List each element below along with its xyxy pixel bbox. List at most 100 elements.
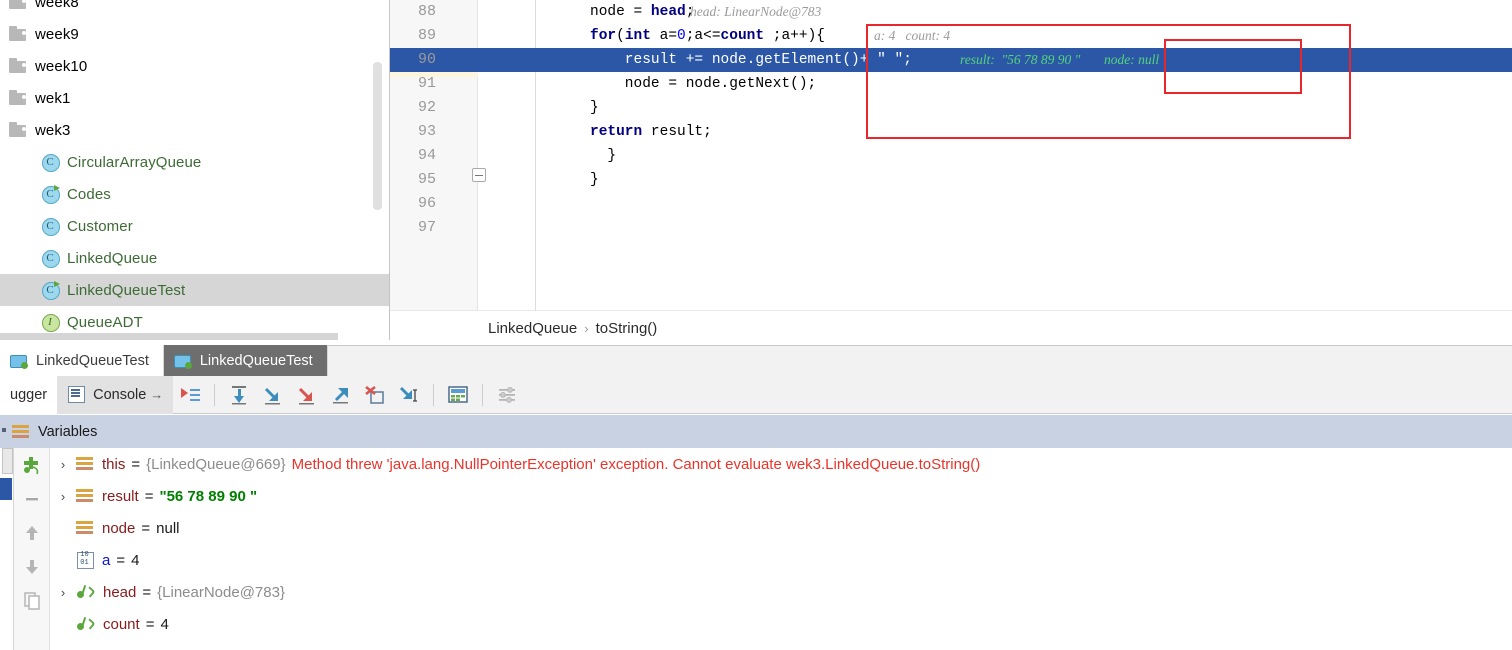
- variable-row[interactable]: ›1001a=4: [50, 544, 1512, 576]
- tree-item-week10[interactable]: week10: [0, 50, 390, 82]
- variable-name: a: [102, 551, 111, 569]
- breadcrumb-class[interactable]: LinkedQueue: [488, 320, 577, 337]
- code-line[interactable]: 93 return result;: [390, 120, 1512, 144]
- toolbar-separator: [433, 383, 435, 406]
- code-text[interactable]: return result;: [590, 120, 712, 144]
- code-text[interactable]: }: [590, 168, 599, 192]
- run-config-icon: [10, 353, 28, 369]
- code-line[interactable]: 89 for(int a=0;a<=count ;a++){a: 4 count:…: [390, 24, 1512, 48]
- code-text[interactable]: node = node.getNext();: [590, 72, 816, 96]
- debugger-toolbar[interactable]: ugger Console →: [0, 375, 1512, 414]
- watch-icon: [76, 584, 96, 600]
- variable-row[interactable]: › this = {LinkedQueue@669} Method threw 'jav…: [50, 448, 1512, 480]
- toolbar-separator: [214, 383, 216, 406]
- folder-icon: [8, 120, 28, 140]
- tree-item-label: wek1: [35, 89, 71, 107]
- tree-item-week8[interactable]: week8: [0, 0, 390, 18]
- project-tree-scrollbar[interactable]: [373, 62, 382, 210]
- project-tree-panel[interactable]: week8 week9 week10 wek1 wek3 C CircularArrayQu…: [0, 0, 390, 340]
- code-line-executing[interactable]: 90 result += node.getElement()+ " "; resu…: [390, 48, 1512, 72]
- variable-name: this: [102, 455, 126, 473]
- step-into-button[interactable]: [256, 378, 290, 412]
- tree-item-label: week10: [35, 57, 88, 75]
- expand-arrow-icon[interactable]: ›: [50, 457, 76, 472]
- variable-value: 4: [160, 615, 169, 633]
- field-icon: [76, 457, 94, 471]
- code-line[interactable]: 96: [390, 192, 1512, 216]
- remove-watch-button[interactable]: [14, 482, 50, 516]
- console-icon: [67, 385, 86, 404]
- show-execution-point-button[interactable]: [173, 378, 207, 412]
- code-line[interactable]: 94 }: [390, 144, 1512, 168]
- expand-arrow-icon[interactable]: ›: [50, 585, 76, 600]
- variables-header: Variables: [0, 415, 1512, 448]
- tree-item-week9[interactable]: week9: [0, 18, 390, 50]
- tree-item-label: Codes: [67, 185, 111, 203]
- move-down-button[interactable]: [14, 550, 50, 584]
- evaluate-expression-button[interactable]: [441, 378, 475, 412]
- add-watch-button[interactable]: [14, 448, 50, 482]
- tree-item-codes[interactable]: C Codes: [0, 178, 390, 210]
- tree-item-wek1[interactable]: wek1: [0, 82, 390, 114]
- step-out-button[interactable]: [324, 378, 358, 412]
- run-to-cursor-button[interactable]: [392, 378, 426, 412]
- code-text[interactable]: }: [590, 96, 599, 120]
- strip-scroll-box[interactable]: [2, 448, 13, 474]
- variables-list[interactable]: › this = {LinkedQueue@669} Method threw 'jav…: [50, 448, 1512, 640]
- code-editor[interactable]: 88 node = head; head: LinearNode@783 89 for(…: [390, 0, 1512, 310]
- tab-debugger[interactable]: ugger: [0, 375, 58, 414]
- tool-window-strip[interactable]: [0, 448, 14, 650]
- strip-selected-marker: [0, 478, 12, 500]
- panel-drag-handle[interactable]: [2, 428, 6, 432]
- tab-console[interactable]: Console →: [57, 375, 174, 414]
- equals-sign: =: [116, 551, 126, 569]
- breadcrumb[interactable]: LinkedQueue › toString(): [390, 310, 1512, 346]
- code-line[interactable]: 95}: [390, 168, 1512, 192]
- code-text[interactable]: }: [590, 144, 616, 168]
- code-line[interactable]: 92}: [390, 96, 1512, 120]
- tree-item-label: Customer: [67, 217, 133, 235]
- variable-value: {LinearNode@783}: [157, 583, 285, 601]
- code-text[interactable]: node = head;: [590, 0, 694, 24]
- primitive-icon: 10 01: [76, 551, 94, 569]
- tree-item-circulararrayqueue[interactable]: C CircularArrayQueue: [0, 146, 390, 178]
- tree-item-label: QueueADT: [67, 313, 143, 331]
- tree-item-linkedqueuetest[interactable]: C LinkedQueueTest: [0, 274, 390, 306]
- tree-item-linkedqueue[interactable]: C LinkedQueue: [0, 242, 390, 274]
- drop-frame-button[interactable]: [358, 378, 392, 412]
- variable-row[interactable]: › head = {LinearNode@783}: [50, 576, 1512, 608]
- run-configuration-tabs[interactable]: LinkedQueueTest LinkedQueueTest: [0, 345, 1512, 376]
- variable-row[interactable]: ›count=4: [50, 608, 1512, 640]
- move-up-button[interactable]: [14, 516, 50, 550]
- code-text[interactable]: result += node.getElement()+ " ";: [590, 48, 912, 72]
- code-fold-marker[interactable]: [472, 168, 486, 182]
- line-number: 92: [417, 99, 436, 116]
- variable-row[interactable]: › result = "56 78 89 90 ": [50, 480, 1512, 512]
- force-step-into-button[interactable]: [290, 378, 324, 412]
- project-tree-horizontal-scrollbar[interactable]: [0, 333, 338, 340]
- equals-sign: =: [131, 455, 141, 473]
- expand-arrow-icon[interactable]: ›: [50, 489, 76, 504]
- tree-item-label: wek3: [35, 121, 71, 139]
- run-tab-1[interactable]: LinkedQueueTest: [163, 345, 328, 376]
- breadcrumb-method[interactable]: toString(): [596, 320, 658, 337]
- tree-item-wek3[interactable]: wek3: [0, 114, 390, 146]
- tree-item-customer[interactable]: C Customer: [0, 210, 390, 242]
- code-line[interactable]: 88 node = head; head: LinearNode@783: [390, 0, 1512, 24]
- step-over-button[interactable]: [222, 378, 256, 412]
- equals-sign: =: [145, 615, 155, 633]
- variables-title: Variables: [38, 423, 98, 440]
- code-text[interactable]: for(int a=0;a<=count ;a++){: [590, 24, 825, 48]
- variable-name: head: [103, 583, 137, 601]
- code-line[interactable]: 91 node = node.getNext();: [390, 72, 1512, 96]
- tab-overflow-arrow-icon[interactable]: →: [150, 387, 163, 402]
- copy-value-button[interactable]: [14, 584, 50, 618]
- variables-panel[interactable]: › this = {LinkedQueue@669} Method threw 'jav…: [0, 448, 1512, 650]
- watches-toolbar[interactable]: [14, 448, 50, 650]
- settings-button[interactable]: [490, 378, 524, 412]
- inline-debug-hint: result: "56 78 89 90 " node: null: [960, 52, 1160, 67]
- variable-value: {LinkedQueue@669}: [146, 455, 286, 473]
- variable-row[interactable]: ›node=null: [50, 512, 1512, 544]
- code-line[interactable]: 97: [390, 216, 1512, 240]
- run-tab-0[interactable]: LinkedQueueTest: [0, 345, 164, 376]
